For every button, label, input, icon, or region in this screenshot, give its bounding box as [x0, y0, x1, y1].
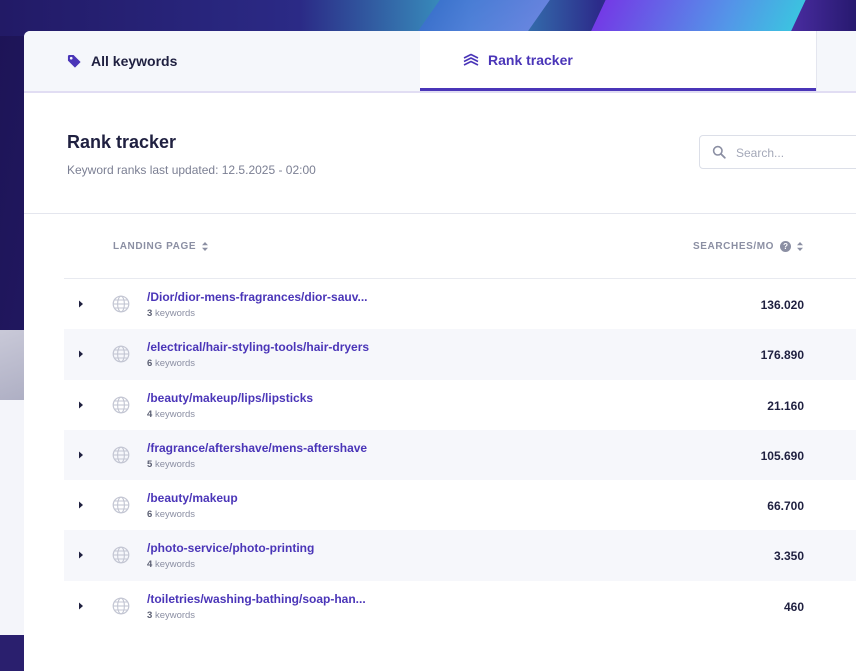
searches-per-month: 21.160 — [767, 398, 804, 413]
help-icon[interactable]: ? — [780, 241, 792, 252]
tab-rank-tracker-label: Rank tracker — [488, 51, 573, 68]
table-row[interactable]: /toiletries/washing-bathing/soap-han... … — [64, 581, 856, 631]
tag-icon — [67, 54, 81, 68]
rank-tracker-card: All keywords Rank tracker Rank tracker K… — [24, 31, 856, 671]
tab-rank-tracker[interactable]: Rank tracker — [420, 31, 816, 91]
layers-icon — [463, 53, 479, 66]
table-row[interactable]: /photo-service/photo-printing 4 keywords… — [64, 530, 856, 581]
searches-per-month: 3.350 — [773, 549, 804, 564]
searches-per-month: 460 — [783, 599, 804, 614]
background-shape — [589, 0, 811, 34]
table-row[interactable]: /beauty/makeup/lips/lipsticks 4 keywords… — [64, 380, 856, 430]
table-row[interactable]: /fragrance/aftershave/mens-aftershave 5 … — [64, 429, 856, 481]
table-row[interactable]: /electrical/hair-styling-tools/hair-drye… — [64, 329, 856, 380]
searches-per-month: 105.690 — [760, 448, 804, 463]
search-box — [699, 135, 856, 170]
tab-bar: All keywords Rank tracker — [24, 31, 856, 93]
column-header-label: LANDING PAGE — [113, 241, 197, 252]
tab-all-keywords[interactable]: All keywords — [24, 31, 420, 91]
searches-per-month: 136.020 — [760, 298, 804, 312]
column-header-label: SEARCHES/MO — [693, 241, 775, 252]
tab-all-keywords-label: All keywords — [91, 53, 178, 69]
sort-icon — [202, 242, 209, 251]
tab-bar-filler — [816, 31, 856, 91]
search-icon — [712, 145, 726, 159]
page-title: Rank tracker — [67, 132, 177, 152]
table-row[interactable]: /Dior/dior-mens-fragrances/dior-sauv... … — [64, 279, 856, 329]
column-header-landing-page[interactable]: LANDING PAGE — [113, 241, 209, 252]
page-header: Rank tracker Keyword ranks last updated:… — [24, 93, 856, 214]
searches-per-month: 176.890 — [760, 348, 804, 363]
sort-icon — [797, 242, 804, 251]
table-body: /Dior/dior-mens-fragrances/dior-sauv... … — [24, 279, 856, 631]
last-updated-text: Keyword ranks last updated: 12.5.2025 - … — [67, 163, 316, 177]
table-row[interactable]: /beauty/makeup 6 keywords 66.700 — [64, 480, 856, 530]
search-input[interactable] — [734, 136, 856, 170]
landing-pages-table: LANDING PAGE SEARCHES/MO ? /Dior/dior-me… — [24, 214, 856, 631]
table-header: LANDING PAGE SEARCHES/MO ? — [64, 214, 856, 279]
column-header-searches[interactable]: SEARCHES/MO ? — [693, 241, 804, 252]
searches-per-month: 66.700 — [767, 499, 804, 514]
